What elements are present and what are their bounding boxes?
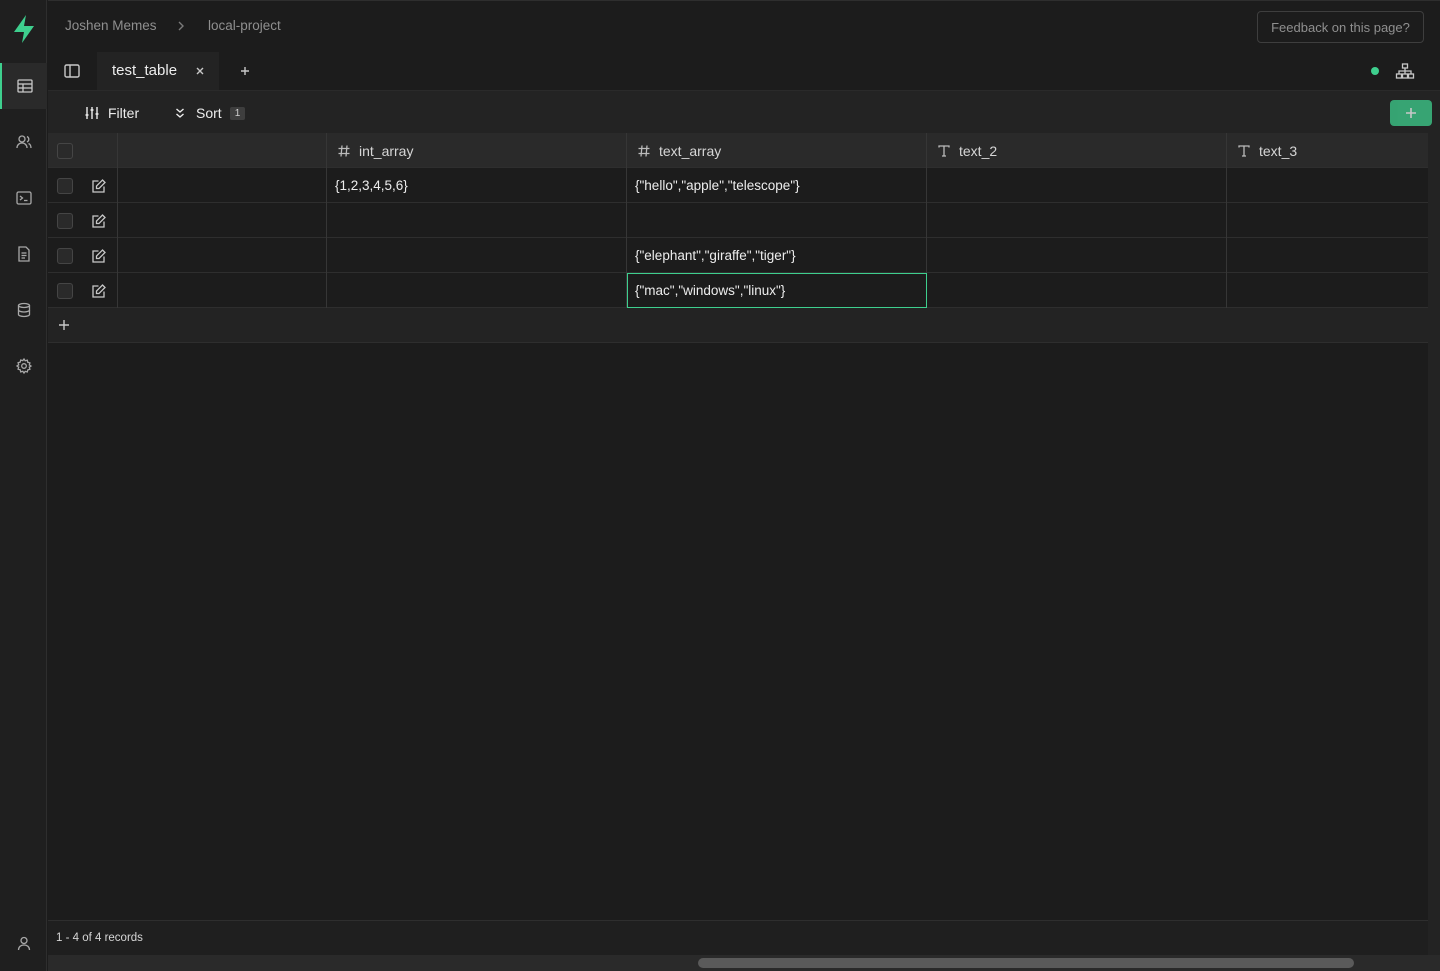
table-editor-icon <box>16 79 33 93</box>
table-cell[interactable] <box>327 203 627 238</box>
table-row: {"mac","windows","linux"} <box>48 273 1428 308</box>
vertical-scrollbar[interactable] <box>1428 133 1440 955</box>
sort-button[interactable]: Sort 1 <box>172 103 246 123</box>
filter-button[interactable]: Filter <box>84 103 139 123</box>
edit-row-icon[interactable] <box>91 213 107 229</box>
breadcrumb-project[interactable]: local-project <box>208 18 281 33</box>
table-cell[interactable] <box>118 238 327 273</box>
chevron-right-icon <box>178 21 184 31</box>
document-icon <box>17 246 30 262</box>
table-row: {1,2,3,4,5,6} {"hello","apple","telescop… <box>48 168 1428 203</box>
grid-footer: 1 - 4 of 4 records <box>48 920 1428 955</box>
row-controls <box>48 203 118 238</box>
table-cell[interactable] <box>927 168 1227 203</box>
column-name: text_3 <box>1259 142 1298 159</box>
table-toolbar: Filter Sort 1 <box>48 90 1440 133</box>
table-cell[interactable] <box>118 203 327 238</box>
nav-user-profile[interactable] <box>0 920 47 966</box>
plus-icon <box>1406 108 1416 118</box>
table-cell[interactable] <box>1227 238 1428 273</box>
table-cell[interactable] <box>1227 168 1428 203</box>
users-icon <box>15 135 32 149</box>
add-row-plus-icon[interactable] <box>57 318 71 332</box>
table-cell[interactable]: {1,2,3,4,5,6} <box>327 168 627 203</box>
breadcrumb-org[interactable]: Joshen Memes <box>65 18 157 33</box>
row-checkbox[interactable] <box>57 212 73 229</box>
row-checkbox[interactable] <box>57 247 73 264</box>
text-type-icon <box>938 144 950 157</box>
table-cell[interactable] <box>327 273 627 308</box>
table-cell[interactable] <box>118 168 327 203</box>
sort-count-badge: 1 <box>229 106 246 120</box>
column-header-text-array[interactable]: text_array <box>627 133 927 168</box>
nav-database[interactable] <box>0 287 47 333</box>
table-cell[interactable]: {"hello","apple","telescope"} <box>627 168 927 203</box>
select-all-cell <box>48 133 118 168</box>
edit-row-icon[interactable] <box>91 178 107 194</box>
row-checkbox[interactable] <box>57 282 73 299</box>
add-row-bar <box>48 308 1428 343</box>
top-header: Joshen Memes local-project Feedback on t… <box>48 0 1440 52</box>
insert-row-button[interactable] <box>1390 100 1432 126</box>
table-cell-selected[interactable]: {"mac","windows","linux"} <box>627 273 927 308</box>
add-tab-icon[interactable] <box>237 63 253 79</box>
gear-icon <box>15 357 32 375</box>
table-cell[interactable] <box>1227 203 1428 238</box>
edit-row-icon[interactable] <box>91 248 107 264</box>
data-grid: int_array text_array text_2 text_3 {1,2,… <box>48 133 1428 343</box>
supabase-logo-icon[interactable] <box>11 14 37 44</box>
table-cell[interactable] <box>1227 273 1428 308</box>
nav-api-docs[interactable] <box>0 231 47 277</box>
column-name: text_2 <box>959 142 998 159</box>
horizontal-scrollbar-thumb[interactable] <box>698 958 1354 968</box>
select-all-checkbox[interactable] <box>57 142 73 159</box>
column-header-text-2[interactable]: text_2 <box>927 133 1227 168</box>
column-name: int_array <box>359 142 414 159</box>
hash-icon <box>638 144 650 157</box>
text-type-icon <box>1238 144 1250 157</box>
table-cell[interactable] <box>627 203 927 238</box>
filter-sliders-icon <box>85 107 99 119</box>
table-row: {"elephant","giraffe","tiger"} <box>48 238 1428 273</box>
tab-label: test_table <box>112 62 178 79</box>
tab-test-table[interactable]: test_table <box>97 52 219 90</box>
row-checkbox[interactable] <box>57 177 73 194</box>
database-icon <box>17 302 30 318</box>
sort-label: Sort <box>196 105 222 121</box>
horizontal-scrollbar[interactable] <box>48 955 1440 971</box>
table-cell[interactable]: {"elephant","giraffe","tiger"} <box>627 238 927 273</box>
row-controls <box>48 238 118 273</box>
row-controls <box>48 168 118 203</box>
close-icon[interactable] <box>193 64 207 78</box>
row-controls <box>48 273 118 308</box>
hash-icon <box>338 144 350 157</box>
table-cell[interactable] <box>327 238 627 273</box>
table-cell[interactable] <box>118 273 327 308</box>
grid-header-row: int_array text_array text_2 text_3 <box>48 133 1428 168</box>
nav-table-editor[interactable] <box>0 63 47 109</box>
edit-row-icon[interactable] <box>91 283 107 299</box>
connection-status-dot <box>1371 67 1379 75</box>
sort-chevrons-icon <box>176 108 184 118</box>
column-name: text_array <box>659 142 722 159</box>
table-cell[interactable] <box>927 203 1227 238</box>
feedback-button[interactable]: Feedback on this page? <box>1257 11 1424 43</box>
table-cell[interactable] <box>927 273 1227 308</box>
schema-diagram-icon[interactable] <box>1395 62 1415 80</box>
sql-terminal-icon <box>15 191 32 205</box>
user-icon <box>17 936 30 951</box>
column-header-text-3[interactable]: text_3 <box>1227 133 1428 168</box>
column-header-int-array[interactable]: int_array <box>327 133 627 168</box>
table-cell[interactable] <box>927 238 1227 273</box>
left-nav-rail <box>0 0 47 971</box>
sidebar-toggle-icon[interactable] <box>62 61 82 81</box>
column-header-blank[interactable] <box>118 133 327 168</box>
nav-authentication[interactable] <box>0 119 47 165</box>
records-count: 1 - 4 of 4 records <box>56 932 143 944</box>
nav-settings[interactable] <box>0 343 47 389</box>
tabs-bar: test_table <box>48 52 1440 90</box>
filter-label: Filter <box>108 105 140 121</box>
table-row <box>48 203 1428 238</box>
nav-sql-editor[interactable] <box>0 175 47 221</box>
